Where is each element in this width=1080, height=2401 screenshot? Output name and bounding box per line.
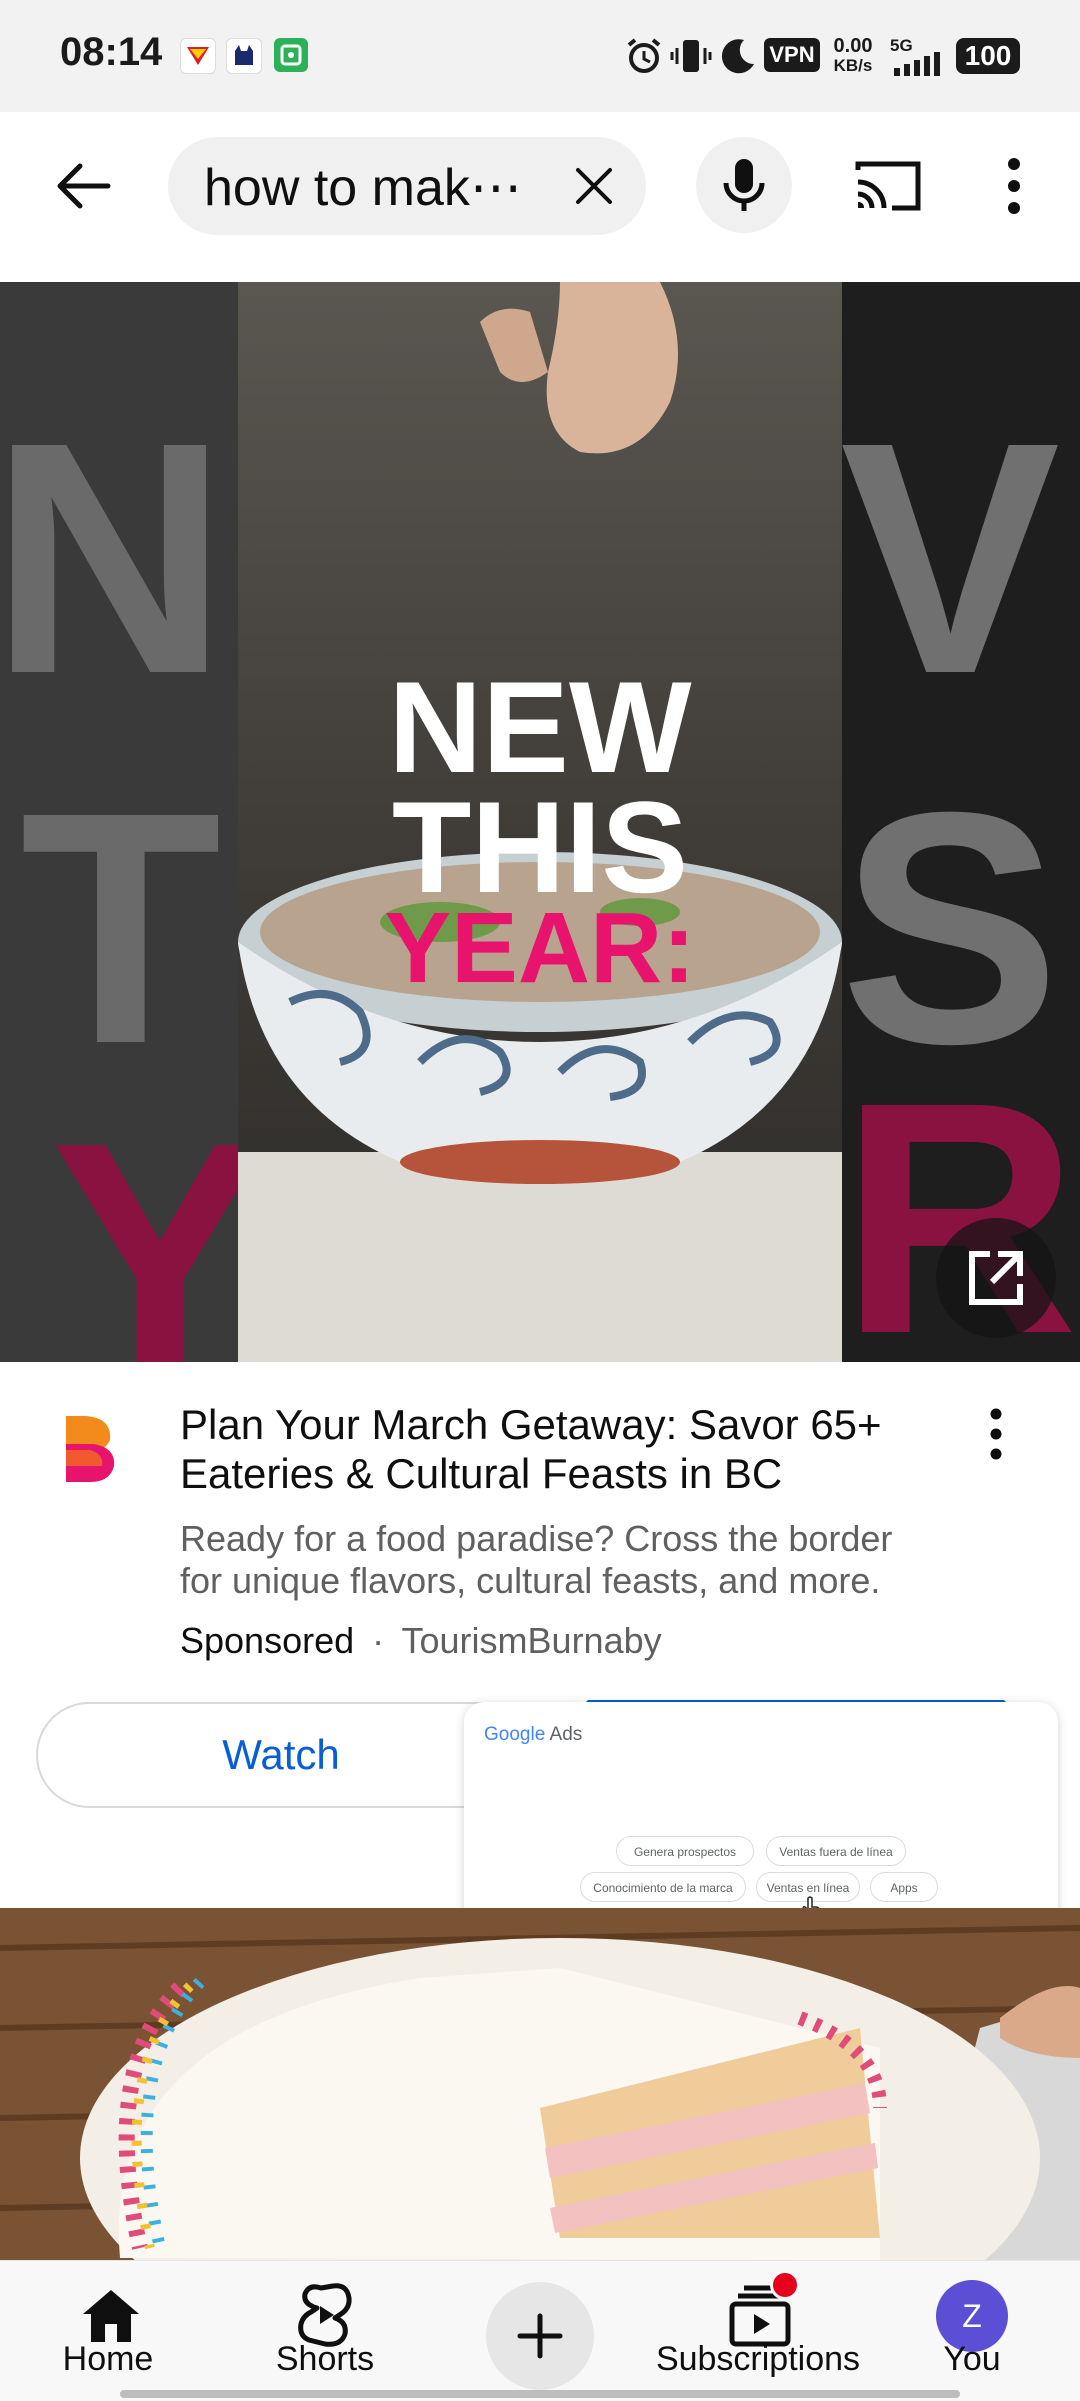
- ads-wordmark: Ads: [549, 1724, 583, 1745]
- network-speed-value: 0.00: [833, 35, 873, 57]
- nav-shorts[interactable]: [270, 2260, 380, 2400]
- next-video-thumbnail[interactable]: [0, 1908, 1080, 2260]
- battery-indicator: 100: [956, 38, 1020, 74]
- hero-text-line-3: YEAR:: [384, 892, 695, 1004]
- nav-subscriptions-label: Subscriptions: [655, 2340, 861, 2378]
- vibrate-icon: [670, 36, 712, 81]
- svg-text:V: V: [840, 373, 1062, 742]
- sponsored-label: Sponsored: [180, 1620, 355, 1661]
- alarm-icon: [624, 36, 664, 81]
- nav-home-label: Home: [62, 2340, 154, 2378]
- ad-video-thumbnail[interactable]: N T Y V S R: NEW THIS YEAR:: [0, 282, 1080, 1362]
- chip-genera-prospectos[interactable]: Genera prospectos: [616, 1836, 754, 1866]
- svg-text:Y: Y: [50, 1073, 270, 1362]
- ad-title[interactable]: Plan Your March Getaway: Savor 65+ Eater…: [180, 1400, 940, 1498]
- advertiser-name[interactable]: TourismBurnaby: [402, 1620, 662, 1661]
- app-notification-icon: [180, 38, 216, 74]
- svg-text:N: N: [0, 373, 228, 742]
- close-icon: [576, 168, 612, 204]
- more-options-button[interactable]: [990, 150, 1038, 222]
- nav-shorts-label: Shorts: [275, 2340, 375, 2378]
- network-speed: 0.00 KB/s: [830, 36, 876, 76]
- nav-subscriptions[interactable]: [700, 2260, 820, 2400]
- more-vert-icon: [1008, 158, 1020, 214]
- open-external-button[interactable]: [936, 1218, 1056, 1338]
- svg-text:T: T: [20, 743, 222, 1112]
- nav-you-label: You: [943, 2340, 1001, 2378]
- chip-apps[interactable]: Apps: [870, 1872, 938, 1902]
- google-ads-logo: Google Ads: [484, 1724, 582, 1746]
- chip-ventas-fuera-de-linea[interactable]: Ventas fuera de línea: [766, 1836, 906, 1866]
- ad-meta: Sponsored · TourismBurnaby: [180, 1620, 662, 1662]
- back-arrow-icon: [57, 163, 111, 209]
- ad-description: Ready for a food paradise? Cross the bor…: [180, 1518, 893, 1601]
- open-in-new-icon: [969, 1251, 1023, 1305]
- cast-icon: [855, 161, 921, 211]
- search-query-text: how to mak⋯: [204, 159, 522, 217]
- home-icon: [83, 2290, 139, 2342]
- status-time: 08:14: [60, 30, 163, 74]
- app-notification-icon: [226, 38, 262, 74]
- ad-more-options-button[interactable]: [976, 1400, 1016, 1472]
- signal-icon: [894, 52, 944, 81]
- voice-search-button[interactable]: [696, 137, 792, 233]
- google-wordmark: Google: [484, 1724, 546, 1745]
- cake-artwork: [0, 1908, 1080, 2260]
- more-vert-icon: [990, 1408, 1002, 1460]
- app-notification-icon: [274, 38, 308, 72]
- do-not-disturb-moon-icon: [718, 36, 758, 81]
- microphone-icon: [723, 159, 765, 211]
- plus-icon: [517, 2313, 563, 2359]
- back-button[interactable]: [48, 150, 120, 222]
- meta-separator: ·: [372, 1620, 385, 1661]
- notification-dot: [770, 2270, 800, 2300]
- cast-button[interactable]: [848, 150, 928, 222]
- create-button[interactable]: [486, 2282, 594, 2390]
- advertiser-logo[interactable]: [64, 1414, 116, 1484]
- network-speed-unit: KB/s: [833, 56, 873, 75]
- shorts-icon: [298, 2283, 352, 2347]
- vpn-badge: VPN: [764, 38, 820, 72]
- nav-home[interactable]: [56, 2260, 166, 2400]
- chip-conocimiento-de-la-marca[interactable]: Conocimiento de la marca: [580, 1872, 746, 1902]
- ad-video-artwork: N T Y V S R: NEW THIS YEAR:: [0, 282, 1080, 1362]
- gesture-home-indicator: [120, 2390, 960, 2398]
- watch-button-label: Watch: [222, 1731, 340, 1778]
- clear-search-button[interactable]: [568, 160, 620, 212]
